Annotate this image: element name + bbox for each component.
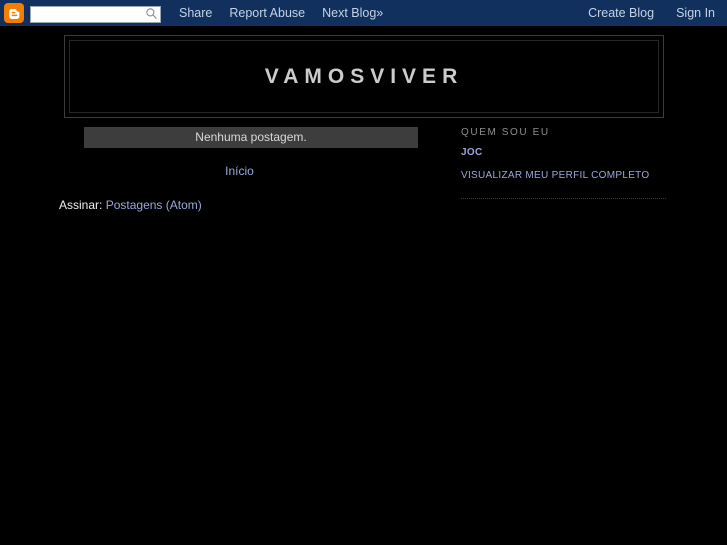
profile-display-name-link[interactable]: JOC <box>461 147 482 158</box>
navbar-link-create-blog[interactable]: Create Blog <box>588 6 654 20</box>
blogger-navbar: Share Report Abuse Next Blog» Create Blo… <box>0 0 727 27</box>
page-outer-wrapper: VAMOSVIVER Nenhuma postagem. Início Assi… <box>0 27 727 545</box>
search-input[interactable] <box>30 6 161 23</box>
blog-title[interactable]: VAMOSVIVER <box>265 65 463 89</box>
navbar-right-group: Create Blog Sign In <box>566 6 727 20</box>
status-message-text: Nenhuma postagem. <box>195 130 307 144</box>
sidebar-divider <box>461 198 666 200</box>
blog-header-inner: VAMOSVIVER <box>69 40 659 113</box>
navbar-link-report-abuse[interactable]: Report Abuse <box>229 6 305 20</box>
feed-links-label: Assinar: <box>59 198 103 212</box>
blogger-logo-icon[interactable] <box>4 3 24 23</box>
status-message: Nenhuma postagem. <box>84 127 418 148</box>
navbar-search[interactable] <box>30 5 161 23</box>
profile-display-name: JOC <box>461 147 666 158</box>
sidebar-column: QUEM SOU EU JOC VISUALIZAR MEU PERFIL CO… <box>461 127 666 206</box>
profile-widget: QUEM SOU EU JOC VISUALIZAR MEU PERFIL CO… <box>461 127 666 200</box>
navbar-left-group: Share Report Abuse Next Blog» <box>0 3 566 23</box>
navbar-link-share[interactable]: Share <box>179 6 212 20</box>
blog-pager: Início <box>57 162 422 180</box>
navbar-link-next-blog[interactable]: Next Blog» <box>322 6 383 20</box>
main-column: Nenhuma postagem. Início Assinar: Postag… <box>57 127 422 213</box>
blog-header: VAMOSVIVER <box>64 35 664 118</box>
feed-link-posts-atom[interactable]: Postagens (Atom) <box>106 198 202 212</box>
navbar-link-sign-in[interactable]: Sign In <box>676 6 715 20</box>
profile-view-full: VISUALIZAR MEU PERFIL COMPLETO <box>461 170 666 181</box>
profile-widget-heading: QUEM SOU EU <box>461 127 550 138</box>
pager-home-link[interactable]: Início <box>225 164 254 178</box>
feed-links: Assinar: Postagens (Atom) <box>57 197 422 213</box>
view-full-profile-link[interactable]: VISUALIZAR MEU PERFIL COMPLETO <box>461 170 649 181</box>
